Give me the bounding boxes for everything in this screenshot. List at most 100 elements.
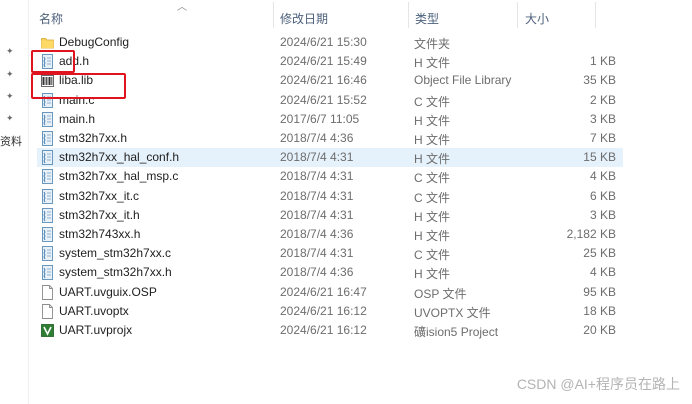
quick-access-label[interactable]: 资料 (0, 133, 22, 149)
file-name: system_stm32h7xx.h (59, 265, 172, 280)
file-name: DebugConfig (59, 35, 130, 49)
file-name: UART.uvoptx (59, 303, 129, 318)
navigation-pane: ✦ ✦ ✦ ✦ 资料 (0, 0, 28, 404)
pin-icon[interactable]: ✦ (6, 92, 15, 101)
file-row[interactable]: stm32h7xx_it.h 2018/7/4 4:31 H 文件 3 KB (29, 206, 692, 225)
file-date: 2018/7/4 4:31 (280, 188, 354, 203)
keil-project-icon (41, 323, 54, 338)
file-date: 2024/6/21 15:30 (280, 35, 367, 49)
source-file-icon (41, 207, 54, 223)
file-type: H 文件 (414, 229, 451, 243)
file-name: stm32h7xx_it.h (59, 207, 140, 222)
file-size: 3 KB (589, 111, 616, 126)
watermark: CSDN @AI+程序员在路上 (516, 376, 680, 392)
file-size: 20 KB (583, 323, 616, 337)
file-size: 1 KB (589, 54, 616, 69)
file-name: stm32h7xx.h (59, 131, 128, 145)
file-date: 2018/7/4 4:31 (280, 246, 354, 261)
file-type: C 文件 (414, 94, 451, 109)
column-divider[interactable] (273, 2, 274, 28)
file-size: 2,182 KB (566, 227, 616, 241)
file-size: 95 KB (583, 284, 616, 299)
file-type: H 文件 (414, 113, 451, 128)
file-type: Object File Library (414, 73, 512, 88)
column-divider[interactable] (595, 2, 596, 28)
sort-ascending-icon: ︿ (177, 2, 187, 13)
file-name: stm32h7xx_hal_msp.c (59, 169, 179, 184)
column-date[interactable]: 修改日期 (280, 10, 328, 27)
file-row[interactable]: UART.uvprojx 2024/6/21 16:12 礦ision5 Proje… (29, 321, 692, 340)
file-size: 6 KB (589, 188, 616, 203)
pin-icon[interactable]: ✦ (6, 114, 15, 123)
file-name: UART.uvprojx (59, 323, 133, 337)
file-row[interactable]: stm32h7xx_hal_msp.c 2018/7/4 4:31 C 文件 4 KB (29, 167, 692, 186)
file-size: 4 KB (589, 169, 616, 184)
file-type: C 文件 (414, 171, 451, 186)
file-size: 25 KB (583, 246, 616, 261)
file-size: 3 KB (589, 207, 616, 222)
file-date: 2024/6/21 16:12 (280, 323, 367, 337)
column-divider[interactable] (408, 2, 409, 28)
file-date: 2024/6/21 15:49 (280, 54, 367, 69)
file-date: 2018/7/4 4:36 (280, 131, 354, 145)
file-type: H 文件 (414, 152, 451, 167)
column-name[interactable]: 名称 (39, 10, 63, 27)
file-name: UART.uvguix.OSP (59, 284, 157, 299)
column-header: 名称 ︿ 修改日期 类型 大小 (29, 0, 692, 30)
highlight-box-add-h (31, 50, 75, 73)
file-name: stm32h743xx.h (59, 227, 141, 241)
column-type[interactable]: 类型 (415, 10, 439, 27)
file-row[interactable]: system_stm32h7xx.h 2018/7/4 4:36 H 文件 4 KB (29, 263, 692, 282)
file-date: 2018/7/4 4:31 (280, 207, 354, 222)
file-size: 18 KB (583, 303, 616, 318)
file-row[interactable]: main.h 2017/6/7 11:05 H 文件 3 KB (29, 110, 692, 129)
file-date: 2024/6/21 16:47 (280, 284, 367, 299)
file-date: 2024/6/21 15:52 (280, 92, 367, 107)
file-size: 4 KB (589, 265, 616, 280)
file-row[interactable]: stm32h7xx_hal_conf.h 2018/7/4 4:31 H 文件 15 … (37, 148, 623, 168)
file-size: 2 KB (589, 92, 616, 107)
file-date: 2024/6/21 16:12 (280, 303, 367, 318)
column-divider[interactable] (517, 2, 518, 28)
file-date: 2018/7/4 4:36 (280, 265, 354, 280)
source-file-icon (41, 169, 54, 185)
file-type: 礦ision5 Project (414, 325, 499, 339)
file-date: 2018/7/4 4:31 (280, 150, 354, 165)
source-file-icon (41, 227, 54, 242)
file-name: system_stm32h7xx.c (59, 246, 172, 261)
file-date: 2017/6/7 11:05 (280, 111, 360, 126)
source-file-icon (41, 246, 54, 262)
file-row[interactable]: DebugConfig 2024/6/21 15:30 文件夹 (29, 33, 692, 52)
file-date: 2018/7/4 4:31 (280, 169, 354, 184)
file-row[interactable]: stm32h743xx.h 2018/7/4 4:36 H 文件 2,182 KB (29, 225, 692, 244)
file-name: stm32h7xx_it.c (59, 188, 140, 203)
file-size: 7 KB (589, 131, 616, 145)
file-row[interactable]: main.c 2024/6/21 15:52 C 文件 2 KB (29, 91, 692, 110)
pin-icon[interactable]: ✦ (6, 47, 15, 56)
file-name: main.h (59, 111, 96, 126)
file-date: 2024/6/21 16:46 (280, 73, 367, 88)
file-row[interactable]: liba.lib 2024/6/21 16:46 Object File Libra… (29, 71, 692, 90)
file-type: H 文件 (414, 267, 451, 282)
folder-icon (41, 35, 54, 50)
file-date: 2018/7/4 4:36 (280, 227, 354, 241)
file-type: C 文件 (414, 190, 451, 205)
file-row[interactable]: UART.uvguix.OSP 2024/6/21 16:47 OSP 文件 95 K… (29, 283, 692, 302)
file-type: UVOPTX 文件 (414, 305, 491, 320)
file-type: OSP 文件 (414, 286, 467, 301)
file-row[interactable]: add.h 2024/6/21 15:49 H 文件 1 KB (29, 52, 692, 71)
file-row[interactable]: UART.uvoptx 2024/6/21 16:12 UVOPTX 文件 18 KB (29, 302, 692, 321)
column-size[interactable]: 大小 (525, 10, 549, 27)
source-file-icon (41, 111, 54, 127)
file-type: H 文件 (414, 56, 451, 71)
source-file-icon (41, 188, 54, 204)
file-type: 文件夹 (414, 37, 451, 51)
file-row[interactable]: stm32h7xx.h 2018/7/4 4:36 H 文件 7 KB (29, 129, 692, 148)
file-size: 35 KB (583, 73, 616, 88)
source-file-icon (41, 131, 54, 146)
file-row[interactable]: stm32h7xx_it.c 2018/7/4 4:31 C 文件 6 KB (29, 187, 692, 206)
file-row[interactable]: system_stm32h7xx.c 2018/7/4 4:31 C 文件 25 KB (29, 244, 692, 263)
file-type: H 文件 (414, 209, 451, 224)
pin-icon[interactable]: ✦ (6, 70, 15, 79)
file-type: C 文件 (414, 248, 451, 263)
